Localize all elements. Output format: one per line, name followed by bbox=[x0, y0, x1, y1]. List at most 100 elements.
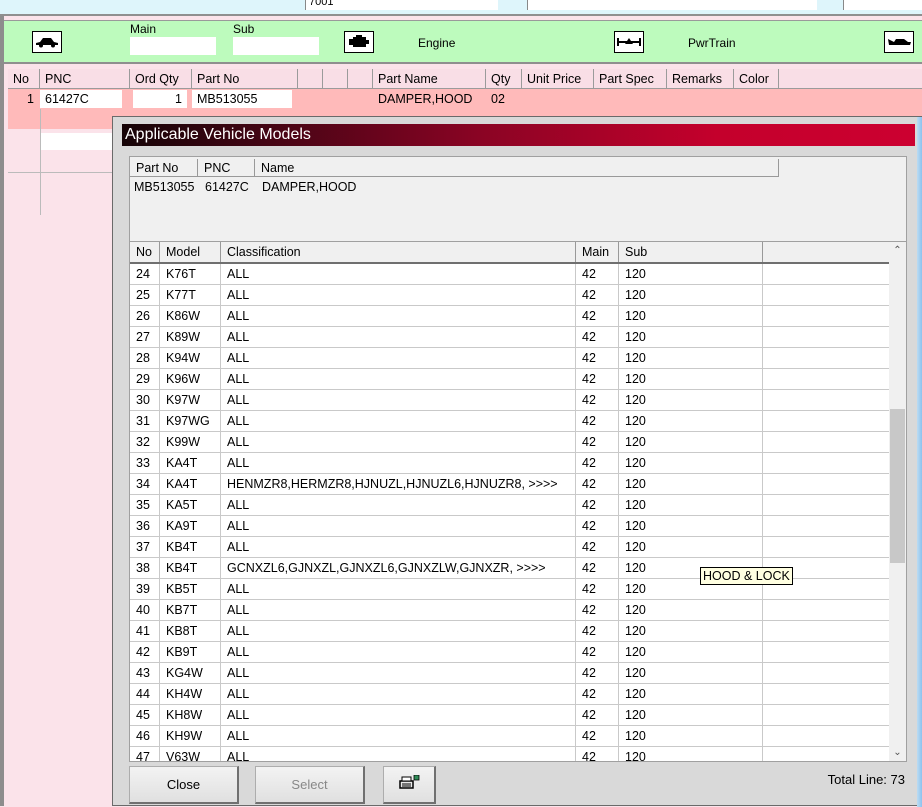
col-header-blank-2[interactable] bbox=[323, 69, 348, 89]
col-header-color[interactable]: Color bbox=[734, 69, 779, 89]
powertrain-axle-icon[interactable] bbox=[614, 31, 644, 53]
cell-model: K99W bbox=[160, 432, 221, 453]
list-header-no[interactable]: No bbox=[130, 242, 160, 262]
top-field-2[interactable] bbox=[527, 0, 817, 10]
list-row[interactable]: 46 KH9W ALL 42 120 bbox=[130, 726, 890, 747]
col-header-ord-qty[interactable]: Ord Qty bbox=[130, 69, 192, 89]
list-header-classification[interactable]: Classification bbox=[221, 242, 576, 262]
engine-label[interactable]: Engine bbox=[418, 36, 455, 50]
dialog-title[interactable]: Applicable Vehicle Models bbox=[122, 124, 915, 146]
chassis-icon[interactable] bbox=[884, 31, 914, 53]
col-header-pnc[interactable]: PNC bbox=[40, 69, 130, 89]
empty-row-input[interactable] bbox=[40, 133, 120, 150]
cell-classification: ALL bbox=[221, 621, 576, 642]
cell-model: K77T bbox=[160, 285, 221, 306]
cell-pnc[interactable]: 61427C bbox=[40, 90, 122, 108]
list-row[interactable]: 27 K89W ALL 42 120 bbox=[130, 327, 890, 348]
cell-no: 37 bbox=[130, 537, 160, 558]
main-input[interactable] bbox=[130, 37, 216, 55]
col-header-unit-price[interactable]: Unit Price bbox=[522, 69, 594, 89]
car-body-icon[interactable] bbox=[32, 31, 62, 53]
scroll-up-icon[interactable]: ⌃ bbox=[889, 242, 906, 259]
close-button[interactable]: Close bbox=[129, 766, 239, 804]
cell-model: KB8T bbox=[160, 621, 221, 642]
cell-no: 33 bbox=[130, 453, 160, 474]
printer-icon bbox=[398, 774, 420, 794]
list-row[interactable]: 32 K99W ALL 42 120 bbox=[130, 432, 890, 453]
info-pnc: 61427C bbox=[205, 180, 249, 194]
list-rows: 24 K76T ALL 42 120 25 K77T ALL 42 120 26 K86W ALL 42 1… bbox=[130, 264, 890, 761]
cell-ord-qty[interactable]: 1 bbox=[133, 90, 187, 108]
list-row[interactable]: 37 KB4T ALL 42 120 bbox=[130, 537, 890, 558]
col-header-no[interactable]: No bbox=[8, 69, 40, 89]
cell-model: KB7T bbox=[160, 600, 221, 621]
col-header-part-no[interactable]: Part No bbox=[192, 69, 298, 89]
top-field-3[interactable] bbox=[843, 0, 922, 10]
col-header-part-spec[interactable]: Part Spec bbox=[594, 69, 667, 89]
engine-icon[interactable] bbox=[344, 31, 374, 53]
col-header-remarks[interactable]: Remarks bbox=[667, 69, 734, 89]
total-line: Total Line: 73 bbox=[827, 772, 905, 787]
cell-classification: ALL bbox=[221, 600, 576, 621]
pwrtrain-label[interactable]: PwrTrain bbox=[688, 36, 736, 50]
cell-classification: ALL bbox=[221, 285, 576, 306]
list-row[interactable]: 36 KA9T ALL 42 120 bbox=[130, 516, 890, 537]
list-row[interactable]: 40 KB7T ALL 42 120 bbox=[130, 600, 890, 621]
list-row[interactable]: 43 KG4W ALL 42 120 bbox=[130, 663, 890, 684]
list-row[interactable]: 30 K97W ALL 42 120 bbox=[130, 390, 890, 411]
list-row[interactable]: 42 KB9T ALL 42 120 bbox=[130, 642, 890, 663]
list-row[interactable]: 24 K76T ALL 42 120 bbox=[130, 264, 890, 285]
tooltip: HOOD & LOCK bbox=[700, 567, 793, 585]
cell-main: 42 bbox=[576, 327, 619, 348]
info-header-pnc[interactable]: PNC bbox=[198, 159, 255, 177]
list-row[interactable]: 44 KH4W ALL 42 120 bbox=[130, 684, 890, 705]
vertical-scrollbar[interactable]: ⌃ ⌄ bbox=[889, 242, 906, 761]
cell-sub: 120 bbox=[619, 453, 763, 474]
cell-model: K94W bbox=[160, 348, 221, 369]
cell-classification: ALL bbox=[221, 306, 576, 327]
cell-sub: 120 bbox=[619, 642, 763, 663]
cell-color bbox=[734, 89, 779, 109]
print-button[interactable] bbox=[383, 766, 436, 804]
list-row[interactable]: 26 K86W ALL 42 120 bbox=[130, 306, 890, 327]
list-header-sub[interactable]: Sub bbox=[619, 242, 763, 262]
list-row[interactable]: 28 K94W ALL 42 120 bbox=[130, 348, 890, 369]
list-row[interactable]: 47 V63W ALL 42 120 bbox=[130, 747, 890, 761]
list-row[interactable]: 29 K96W ALL 42 120 bbox=[130, 369, 890, 390]
info-header-name[interactable]: Name bbox=[255, 159, 779, 177]
select-button[interactable]: Select bbox=[255, 766, 365, 804]
cell-no: 27 bbox=[130, 327, 160, 348]
cell-part-no[interactable]: MB513055 bbox=[192, 90, 292, 108]
cell-no: 35 bbox=[130, 495, 160, 516]
cell-sub: 120 bbox=[619, 705, 763, 726]
col-header-blank-1[interactable] bbox=[298, 69, 323, 89]
cell-main: 42 bbox=[576, 390, 619, 411]
top-field-1[interactable]: 7001 bbox=[305, 0, 498, 10]
list-row[interactable]: 31 K97WG ALL 42 120 bbox=[130, 411, 890, 432]
scroll-down-icon[interactable]: ⌄ bbox=[889, 744, 906, 761]
list-row[interactable]: 34 KA4T HENMZR8,HERMZR8,HJNUZL,HJNUZL6,HJN… bbox=[130, 474, 890, 495]
col-header-qty[interactable]: Qty bbox=[486, 69, 522, 89]
list-header-model[interactable]: Model bbox=[160, 242, 221, 262]
cell-classification: ALL bbox=[221, 684, 576, 705]
cell-main: 42 bbox=[576, 726, 619, 747]
list-row[interactable]: 45 KH8W ALL 42 120 bbox=[130, 705, 890, 726]
cell-classification: ALL bbox=[221, 726, 576, 747]
list-row[interactable]: 33 KA4T ALL 42 120 bbox=[130, 453, 890, 474]
info-header-part-no[interactable]: Part No bbox=[130, 159, 198, 177]
sub-input[interactable] bbox=[233, 37, 319, 55]
list-header-main[interactable]: Main bbox=[576, 242, 619, 262]
cell-model: KA4T bbox=[160, 453, 221, 474]
col-header-blank-3[interactable] bbox=[348, 69, 373, 89]
scroll-thumb[interactable] bbox=[890, 409, 905, 563]
cell-sub: 120 bbox=[619, 411, 763, 432]
info-part-no: MB513055 bbox=[134, 180, 195, 194]
list-row[interactable]: 41 KB8T ALL 42 120 bbox=[130, 621, 890, 642]
window-edge bbox=[0, 16, 4, 806]
col-header-part-name[interactable]: Part Name bbox=[373, 69, 486, 89]
cell-main: 42 bbox=[576, 306, 619, 327]
list-row[interactable]: 35 KA5T ALL 42 120 bbox=[130, 495, 890, 516]
list-row[interactable]: 25 K77T ALL 42 120 bbox=[130, 285, 890, 306]
cell-model: K97W bbox=[160, 390, 221, 411]
cell-sub: 120 bbox=[619, 600, 763, 621]
